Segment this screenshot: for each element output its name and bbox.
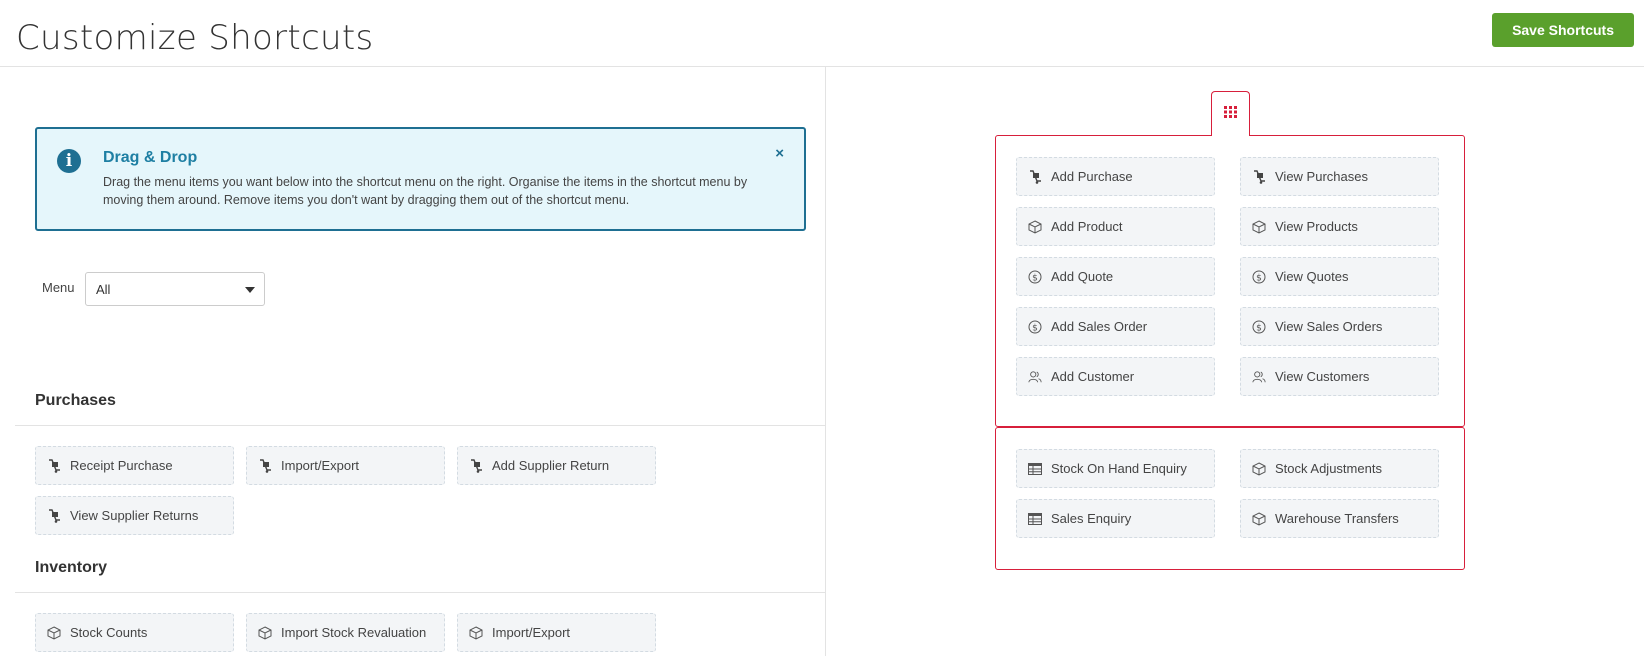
menu-item-add-supplier-return[interactable]: Add Supplier Return (457, 446, 656, 485)
users-icon (1252, 370, 1266, 384)
shortcut-stock-on-hand-enquiry[interactable]: Stock On Hand Enquiry (1016, 449, 1215, 488)
table-icon (1028, 512, 1042, 526)
drag-drop-alert: i Drag & Drop Drag the menu items you wa… (35, 127, 806, 231)
shortcut-stock-adjustments[interactable]: Stock Adjustments (1240, 449, 1439, 488)
save-shortcuts-button[interactable]: Save Shortcuts (1492, 13, 1634, 47)
box-icon (1252, 461, 1266, 476)
dollar-circle-icon: $ (1252, 320, 1266, 334)
menu-item-label: Receipt Purchase (70, 458, 173, 473)
menu-filter-label: Menu (42, 280, 75, 295)
shortcut-add-quote[interactable]: $ Add Quote (1016, 257, 1215, 296)
menu-item-stock-counts[interactable]: Stock Counts (35, 613, 234, 652)
menu-filter-value: All (96, 282, 111, 297)
shortcut-add-sales-order[interactable]: $ Add Sales Order (1016, 307, 1215, 346)
menu-item-label: View Supplier Returns (70, 508, 199, 523)
shortcut-view-customers[interactable]: View Customers (1240, 357, 1439, 396)
box-icon (1252, 219, 1266, 234)
section-title-inventory: Inventory (35, 559, 108, 576)
shortcut-menu-tab[interactable] (1211, 91, 1250, 136)
grid-icon (1224, 105, 1237, 123)
shortcut-label: Stock Adjustments (1275, 461, 1382, 476)
shortcut-view-purchases[interactable]: View Purchases (1240, 157, 1439, 196)
menu-item-import-export[interactable]: Import/Export (246, 446, 445, 485)
menu-item-label: Import/Export (281, 458, 360, 473)
box-icon (1028, 219, 1042, 234)
trolley-icon (47, 458, 61, 473)
close-icon[interactable]: × (775, 145, 784, 162)
shortcut-warehouse-transfers[interactable]: Warehouse Transfers (1240, 499, 1439, 538)
menu-item-receipt-purchase[interactable]: Receipt Purchase (35, 446, 234, 485)
menu-item-inventory-import-export[interactable]: Import/Export (457, 613, 656, 652)
shortcut-add-purchase[interactable]: Add Purchase (1016, 157, 1215, 196)
shortcut-label: Add Product (1051, 219, 1123, 234)
shortcut-label: View Customers (1275, 369, 1370, 384)
dollar-circle-icon: $ (1028, 270, 1042, 284)
info-icon: i (57, 149, 81, 173)
menu-item-label: Import Stock Revaluation (281, 625, 427, 640)
menu-item-import-stock-revaluation[interactable]: Import Stock Revaluation (246, 613, 445, 652)
shortcut-view-sales-orders[interactable]: $ View Sales Orders (1240, 307, 1439, 346)
divider (15, 425, 826, 426)
page-header: Customize Shortcuts Save Shortcuts (0, 0, 1644, 67)
trolley-icon (258, 458, 272, 473)
svg-text:$: $ (1032, 323, 1038, 333)
menu-item-label: Add Supplier Return (492, 458, 610, 473)
shortcut-label: View Sales Orders (1275, 319, 1383, 334)
box-icon (469, 625, 483, 640)
divider (15, 592, 826, 593)
trolley-icon (1028, 169, 1042, 184)
menu-filter-select[interactable]: All (85, 272, 265, 306)
shortcut-add-customer[interactable]: Add Customer (1016, 357, 1215, 396)
shortcut-label: Warehouse Transfers (1275, 511, 1399, 526)
page-title: Customize Shortcuts (16, 18, 374, 58)
trolley-icon (1252, 169, 1266, 184)
shortcut-label: Add Purchase (1051, 169, 1133, 184)
alert-title: Drag & Drop (103, 149, 198, 166)
menu-items-pane: i Drag & Drop Drag the menu items you wa… (0, 67, 826, 656)
shortcut-add-product[interactable]: Add Product (1016, 207, 1215, 246)
shortcut-label: Add Quote (1051, 269, 1114, 284)
svg-text:$: $ (1256, 323, 1262, 333)
menu-item-label: Stock Counts (70, 625, 148, 640)
trolley-icon (47, 508, 61, 523)
trolley-icon (469, 458, 483, 473)
shortcut-label: Add Customer (1051, 369, 1135, 384)
alert-body: Drag the menu items you want below into … (103, 175, 748, 207)
shortcut-label: Sales Enquiry (1051, 511, 1132, 526)
box-icon (258, 625, 272, 640)
dollar-circle-icon: $ (1028, 320, 1042, 334)
menu-item-view-supplier-returns[interactable]: View Supplier Returns (35, 496, 234, 535)
shortcut-label: Add Sales Order (1051, 319, 1148, 334)
svg-text:$: $ (1256, 273, 1262, 283)
users-icon (1028, 370, 1042, 384)
dollar-circle-icon: $ (1252, 270, 1266, 284)
chevron-down-icon (245, 287, 255, 293)
shortcut-view-products[interactable]: View Products (1240, 207, 1439, 246)
section-title-purchases: Purchases (35, 392, 116, 409)
box-icon (1252, 511, 1266, 526)
table-icon (1028, 462, 1042, 476)
shortcut-view-quotes[interactable]: $ View Quotes (1240, 257, 1439, 296)
shortcut-label: View Quotes (1275, 269, 1349, 284)
shortcut-label: View Purchases (1275, 169, 1368, 184)
svg-text:$: $ (1032, 273, 1038, 283)
shortcut-sales-enquiry[interactable]: Sales Enquiry (1016, 499, 1215, 538)
box-icon (47, 625, 61, 640)
menu-item-label: Import/Export (492, 625, 571, 640)
shortcut-label: Stock On Hand Enquiry (1051, 461, 1187, 476)
shortcut-label: View Products (1275, 219, 1358, 234)
